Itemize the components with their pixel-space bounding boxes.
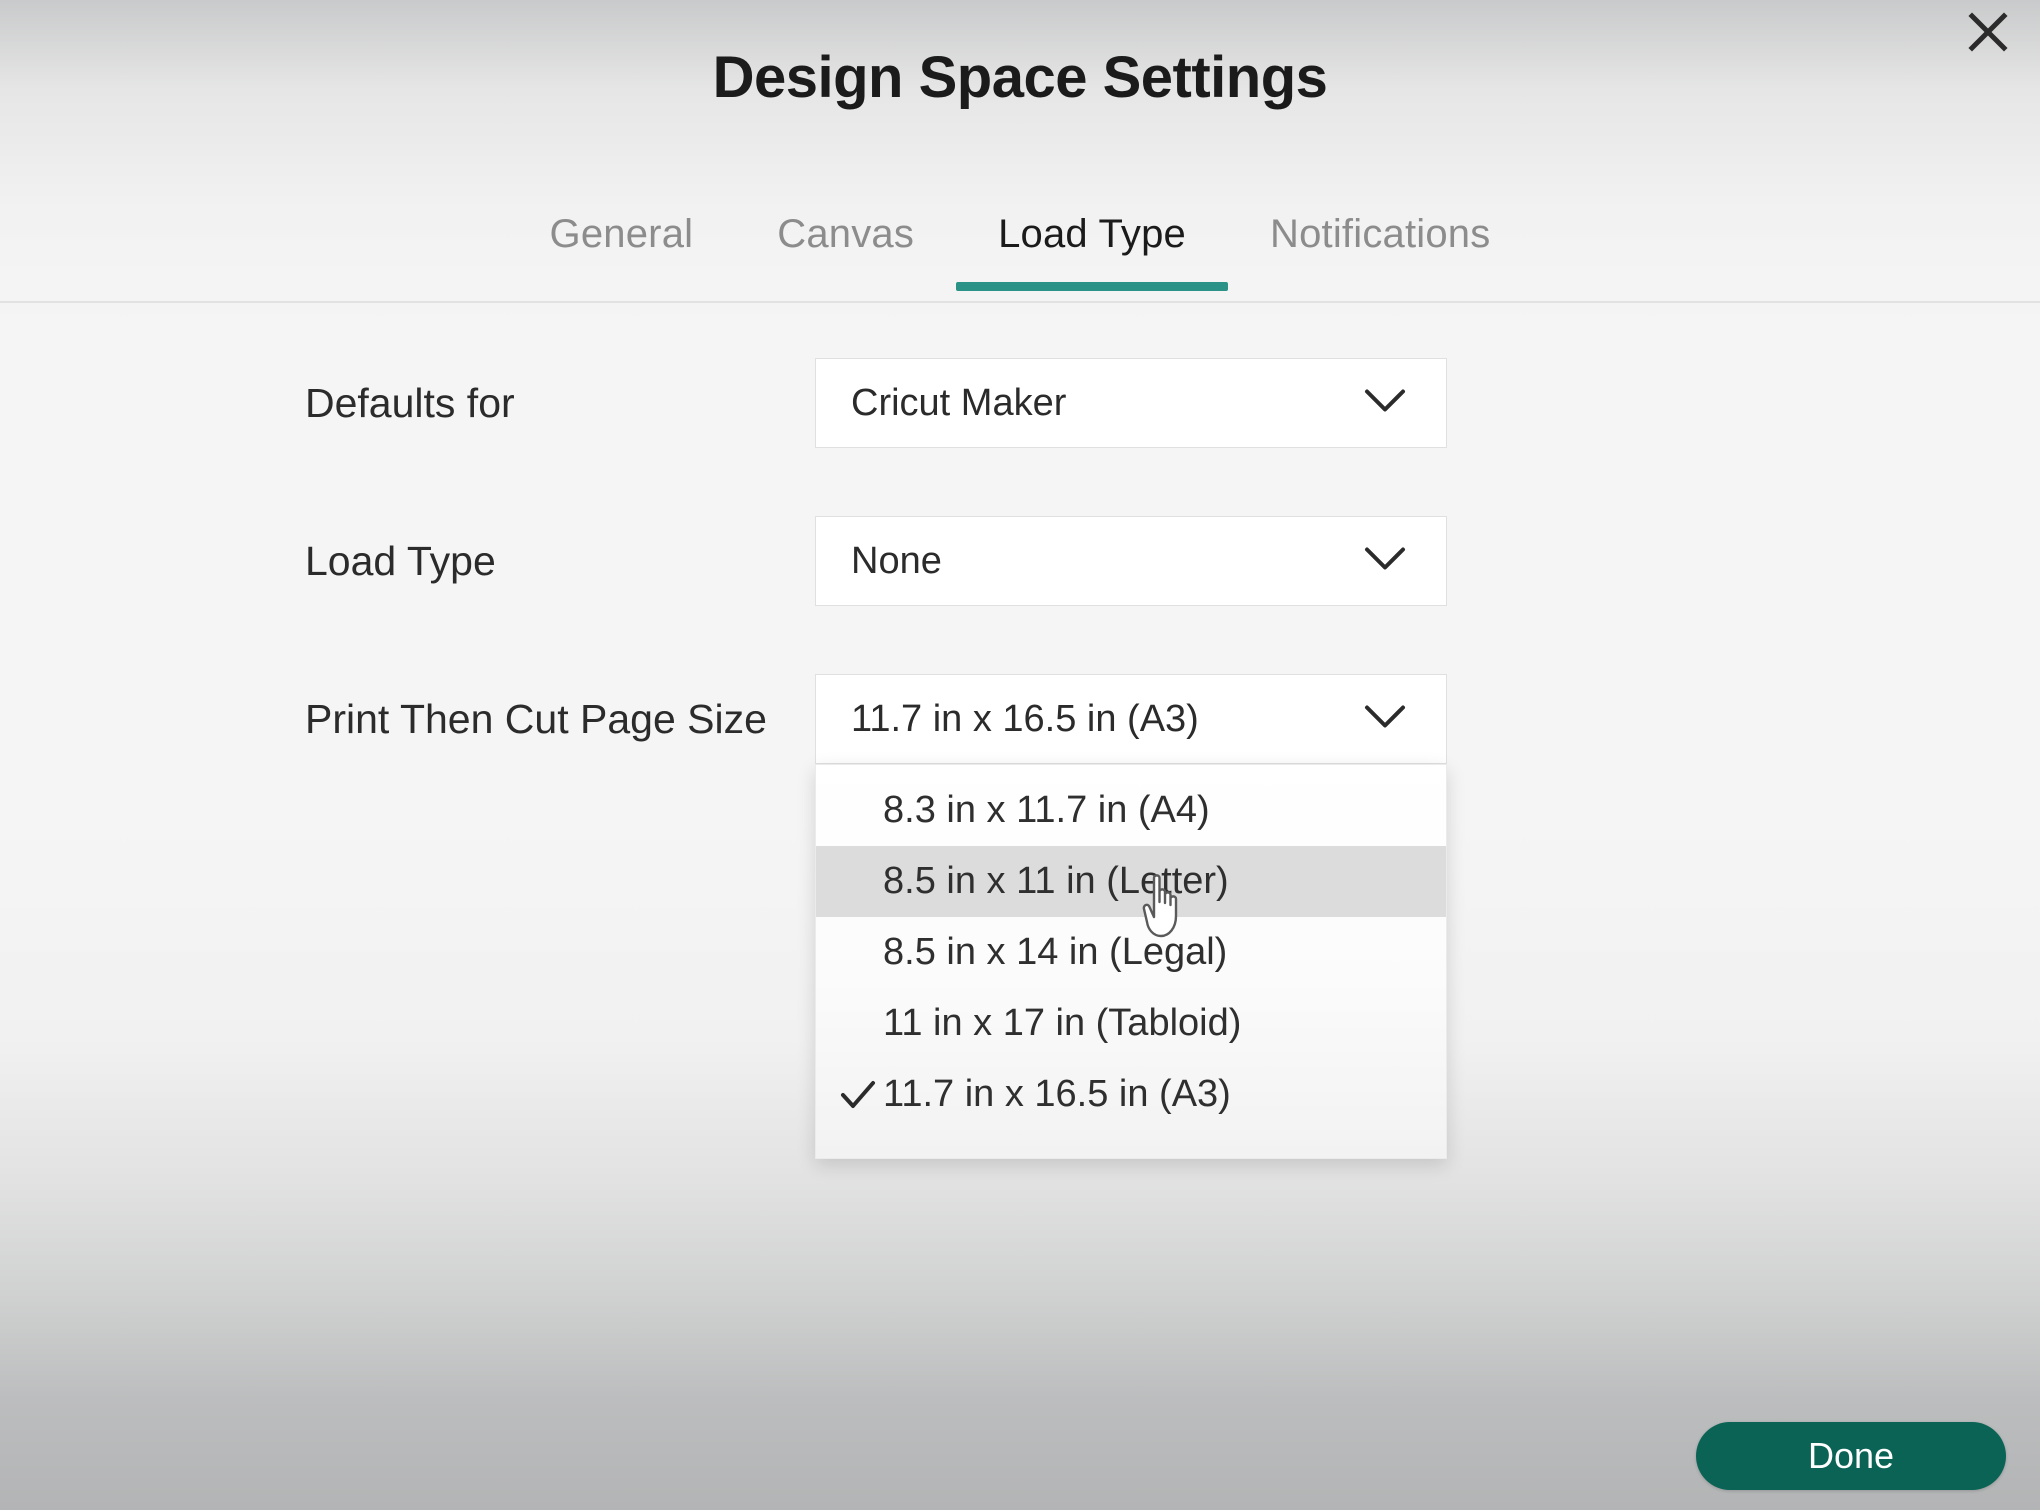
dropdown-option-label: 11 in x 17 in (Tabloid) xyxy=(883,1002,1241,1045)
done-button-label: Done xyxy=(1808,1435,1894,1477)
row-print-then-cut-page-size: Print Then Cut Page Size 11.7 in x 16.5 … xyxy=(0,674,2040,764)
dropdown-option-a4[interactable]: 8.3 in x 11.7 in (A4) xyxy=(816,775,1446,846)
page-title: Design Space Settings xyxy=(0,44,2040,111)
tab-label: Canvas xyxy=(777,212,914,256)
dropdown-option-letter[interactable]: 8.5 in x 11 in (Letter) xyxy=(816,846,1446,917)
tab-general[interactable]: General xyxy=(508,212,736,291)
row-load-type: Load Type None xyxy=(0,516,2040,606)
checkmark-icon xyxy=(838,1075,878,1115)
chevron-down-icon xyxy=(1364,388,1406,419)
dropdown-option-legal[interactable]: 8.5 in x 14 in (Legal) xyxy=(816,917,1446,988)
tab-canvas[interactable]: Canvas xyxy=(735,212,956,291)
tab-divider xyxy=(0,301,2040,303)
row-defaults-for: Defaults for Cricut Maker xyxy=(0,358,2040,448)
dropdown-option-label: 8.3 in x 11.7 in (A4) xyxy=(883,789,1210,832)
select-print-then-cut-page-size-value: 11.7 in x 16.5 in (A3) xyxy=(816,698,1199,741)
page-size-dropdown-menu: 8.3 in x 11.7 in (A4) 8.5 in x 11 in (Le… xyxy=(815,764,1447,1159)
label-defaults-for: Defaults for xyxy=(305,358,515,448)
tab-label: Load Type xyxy=(998,212,1186,256)
tab-notifications[interactable]: Notifications xyxy=(1228,212,1532,291)
chevron-down-icon xyxy=(1364,704,1406,735)
tab-bar: General Canvas Load Type Notifications xyxy=(0,212,2040,291)
select-defaults-for[interactable]: Cricut Maker xyxy=(815,358,1447,448)
tab-label: General xyxy=(550,212,694,256)
settings-dialog: Design Space Settings General Canvas Loa… xyxy=(0,0,2040,1510)
label-load-type: Load Type xyxy=(305,516,496,606)
active-tab-indicator xyxy=(956,282,1228,291)
dropdown-option-tabloid[interactable]: 11 in x 17 in (Tabloid) xyxy=(816,988,1446,1059)
dropdown-option-label: 8.5 in x 11 in (Letter) xyxy=(883,860,1229,903)
tab-label: Notifications xyxy=(1270,212,1490,256)
dropdown-option-label: 8.5 in x 14 in (Legal) xyxy=(883,931,1227,974)
tab-load-type[interactable]: Load Type xyxy=(956,212,1228,291)
chevron-down-icon xyxy=(1364,546,1406,577)
select-load-type-value: None xyxy=(816,540,942,583)
dropdown-option-label: 11.7 in x 16.5 in (A3) xyxy=(883,1073,1231,1116)
label-print-then-cut-page-size: Print Then Cut Page Size xyxy=(305,674,767,764)
select-load-type[interactable]: None xyxy=(815,516,1447,606)
select-defaults-for-value: Cricut Maker xyxy=(816,382,1066,425)
done-button[interactable]: Done xyxy=(1696,1422,2006,1490)
dropdown-option-a3[interactable]: 11.7 in x 16.5 in (A3) xyxy=(816,1059,1446,1130)
select-print-then-cut-page-size[interactable]: 11.7 in x 16.5 in (A3) xyxy=(815,674,1447,764)
